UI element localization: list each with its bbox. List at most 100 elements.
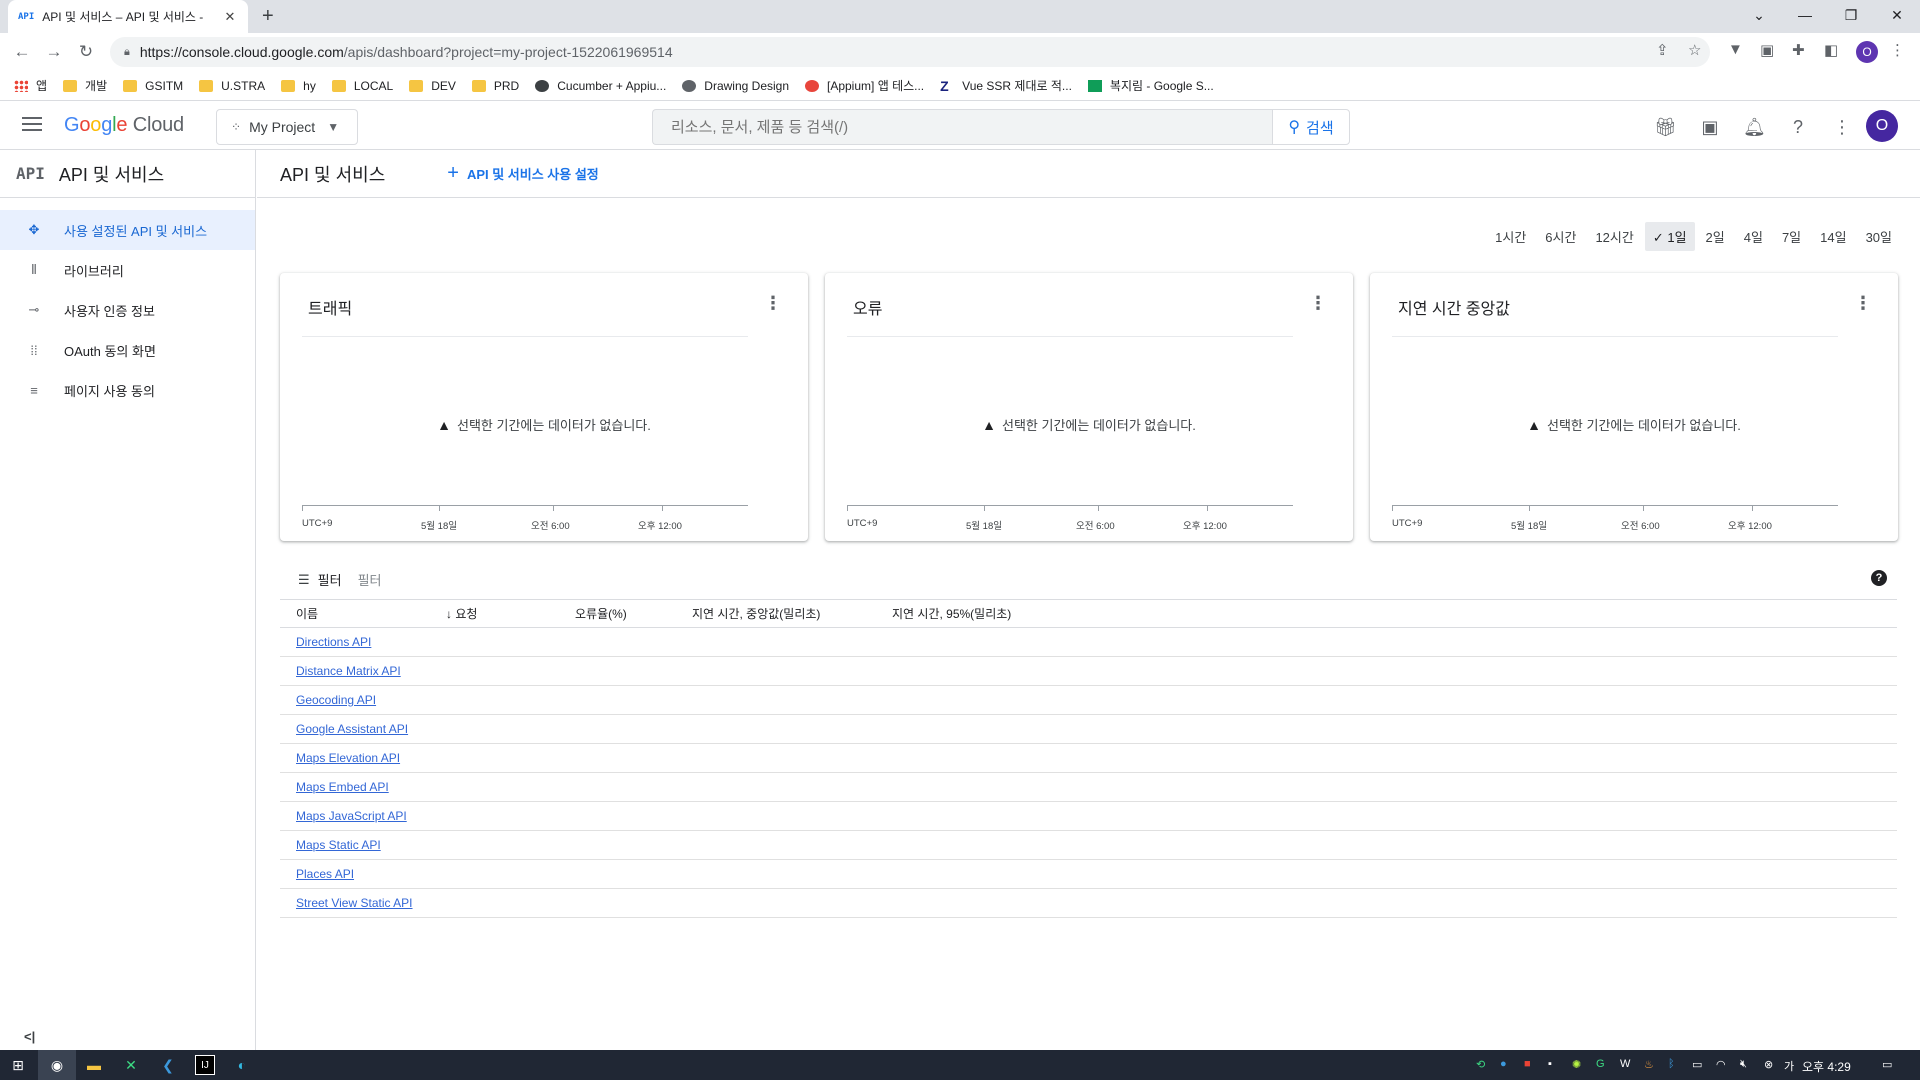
bookmark-folder[interactable]: LOCAL xyxy=(331,79,393,93)
tray-security-icon[interactable]: ■ xyxy=(1524,1058,1531,1070)
api-link[interactable]: Maps Static API xyxy=(280,838,381,852)
browser-tab[interactable]: API API 및 서비스 – API 및 서비스 - ✕ xyxy=(8,0,248,33)
bookmark-folder[interactable]: PRD xyxy=(471,79,519,93)
bookmark-star-icon[interactable]: ☆ xyxy=(1688,41,1701,59)
excel-icon[interactable]: ✕ xyxy=(121,1055,141,1075)
bookmark-apps[interactable]: 앱 xyxy=(14,77,47,94)
tab-search-icon[interactable]: ⌄ xyxy=(1736,0,1782,30)
back-icon[interactable]: ← xyxy=(11,41,33,63)
windows-start-icon[interactable]: ⊞ xyxy=(8,1055,28,1075)
gift-icon[interactable]: 🎁︎ xyxy=(1654,116,1677,138)
share-icon[interactable]: ⇪ xyxy=(1656,41,1669,59)
tray-flame-icon[interactable]: ♨ xyxy=(1644,1058,1654,1071)
restore-icon[interactable]: ❐ xyxy=(1828,0,1874,30)
api-link[interactable]: Directions API xyxy=(280,635,371,649)
notifications-bell-icon[interactable]: 🔔︎ xyxy=(1743,116,1766,138)
api-link[interactable]: Street View Static API xyxy=(280,896,413,910)
nav-item-credentials[interactable]: ⊸ 사용자 인증 정보 xyxy=(0,290,255,330)
project-selector[interactable]: ⁘ My Project ▼ xyxy=(216,109,358,145)
col-name[interactable]: 이름 xyxy=(280,605,446,622)
tray-app-icon[interactable]: ● xyxy=(1500,1058,1507,1070)
nav-item-library[interactable]: ⦀ 라이브러리 xyxy=(0,250,255,290)
api-link[interactable]: Maps Embed API xyxy=(280,780,389,794)
extension-vue-icon[interactable]: ▼ xyxy=(1728,41,1743,58)
wifi-icon[interactable]: ◠ xyxy=(1716,1058,1726,1071)
table-help-icon[interactable]: ? xyxy=(1871,570,1887,586)
bluetooth-icon[interactable]: ᛒ xyxy=(1668,1058,1675,1070)
range-1d[interactable]: ✓ 1일 xyxy=(1644,222,1695,251)
cloud-shell-icon[interactable]: ▣ xyxy=(1699,116,1721,138)
battery-icon[interactable]: ▭ xyxy=(1692,1058,1702,1071)
search-button[interactable]: ⚲ 검색 xyxy=(1272,109,1350,145)
range-1h[interactable]: 1시간 xyxy=(1487,222,1534,251)
vscode-icon[interactable]: ❮ xyxy=(158,1055,178,1075)
col-error-rate[interactable]: 오류율(%) xyxy=(559,605,676,622)
forward-icon[interactable]: → xyxy=(43,41,65,63)
col-latency-median[interactable]: 지연 시간, 중앙값(밀리초) xyxy=(676,605,876,622)
bookmark-link[interactable]: Cucumber + Appiu... xyxy=(535,79,666,93)
hamburger-menu-icon[interactable] xyxy=(22,117,42,133)
filter-input[interactable]: 필터 xyxy=(358,570,382,589)
window-close-icon[interactable]: ✕ xyxy=(1874,0,1920,30)
bookmark-folder[interactable]: DEV xyxy=(409,79,456,93)
new-tab-icon[interactable]: + xyxy=(262,5,274,28)
bookmark-folder[interactable]: 개발 xyxy=(63,77,107,94)
minimize-icon[interactable]: — xyxy=(1782,0,1828,30)
enable-apis-button[interactable]: + API 및 서비스 사용 설정 xyxy=(447,162,599,185)
api-link[interactable]: Distance Matrix API xyxy=(280,664,401,678)
nav-item-oauth-consent[interactable]: ⁞⁞ OAuth 동의 화면 xyxy=(0,330,255,370)
range-2d[interactable]: 2일 xyxy=(1698,222,1733,251)
tray-sun-icon[interactable]: ✺ xyxy=(1572,1058,1581,1071)
tray-g-icon[interactable]: G xyxy=(1596,1058,1605,1070)
tray-sync-icon[interactable]: ⟲ xyxy=(1476,1058,1485,1071)
bookmark-link[interactable]: [Appium] 앱 테스... xyxy=(805,77,924,94)
filter-bar[interactable]: ☰ 필터 필터 ? xyxy=(280,560,1897,600)
api-link[interactable]: Maps JavaScript API xyxy=(280,809,407,823)
reload-icon[interactable]: ↻ xyxy=(75,41,97,63)
ime-icon[interactable]: 가 xyxy=(1784,1058,1794,1074)
bookmark-folder[interactable]: hy xyxy=(281,79,316,93)
google-cloud-logo[interactable]: Google Cloud xyxy=(64,114,184,137)
range-14d[interactable]: 14일 xyxy=(1812,222,1854,251)
api-link[interactable]: Google Assistant API xyxy=(280,722,408,736)
extension-reader-icon[interactable]: ▣ xyxy=(1760,41,1774,59)
address-bar[interactable]: 🔒︎ https://console.cloud.google.com/apis… xyxy=(110,37,1710,67)
bookmark-link[interactable]: Z Vue SSR 제대로 적... xyxy=(940,77,1072,94)
nav-item-page-usage[interactable]: ≡ 페이지 사용 동의 xyxy=(0,370,255,410)
tray-w-icon[interactable]: W xyxy=(1620,1058,1630,1070)
range-4d[interactable]: 4일 xyxy=(1736,222,1771,251)
card-more-icon[interactable]: ⋮ xyxy=(1854,293,1872,314)
range-6h[interactable]: 6시간 xyxy=(1537,222,1584,251)
range-30d[interactable]: 30일 xyxy=(1858,222,1900,251)
col-requests[interactable]: ↓ 요청 xyxy=(446,605,559,622)
extensions-puzzle-icon[interactable]: ✚ xyxy=(1792,41,1805,59)
search-input[interactable] xyxy=(652,109,1272,145)
card-more-icon[interactable]: ⋮ xyxy=(764,293,782,314)
range-12h[interactable]: 12시간 xyxy=(1587,222,1641,251)
bookmark-folder[interactable]: GSITM xyxy=(123,79,183,93)
api-link[interactable]: Places API xyxy=(280,867,354,881)
bookmark-folder[interactable]: U.STRA xyxy=(199,79,265,93)
side-panel-icon[interactable]: ◧ xyxy=(1824,41,1838,59)
volume-muted-icon[interactable]: 🔇︎ xyxy=(1740,1058,1747,1071)
bookmark-link[interactable]: Drawing Design xyxy=(682,79,789,93)
card-more-icon[interactable]: ⋮ xyxy=(1309,293,1327,314)
browser-menu-icon[interactable]: ⋮ xyxy=(1890,41,1905,59)
notification-center-icon[interactable]: ▭ xyxy=(1882,1058,1892,1071)
chrome-icon[interactable]: ◉ xyxy=(47,1055,67,1075)
file-explorer-icon[interactable]: ▬ xyxy=(84,1055,104,1075)
tray-close-icon[interactable]: ⊗ xyxy=(1764,1058,1773,1071)
range-7d[interactable]: 7일 xyxy=(1774,222,1809,251)
more-vert-icon[interactable]: ⋮ xyxy=(1831,116,1853,138)
collapse-nav-icon[interactable]: <| xyxy=(24,1029,35,1044)
bookmark-link[interactable]: 복지림 - Google S... xyxy=(1087,77,1214,94)
tray-misc-icon[interactable]: ▪ xyxy=(1548,1058,1552,1070)
api-link[interactable]: Maps Elevation API xyxy=(280,751,400,765)
intellij-icon[interactable]: IJ xyxy=(195,1055,215,1075)
nav-item-enabled-apis[interactable]: ✥ 사용 설정된 API 및 서비스 xyxy=(0,210,255,250)
browser-profile-avatar[interactable]: O xyxy=(1856,41,1878,63)
col-latency-95[interactable]: 지연 시간, 95%(밀리초) xyxy=(876,605,1011,622)
api-link[interactable]: Geocoding API xyxy=(280,693,376,707)
tab-close-icon[interactable]: ✕ xyxy=(222,9,238,25)
edge-icon[interactable]: ◐ xyxy=(232,1055,252,1075)
